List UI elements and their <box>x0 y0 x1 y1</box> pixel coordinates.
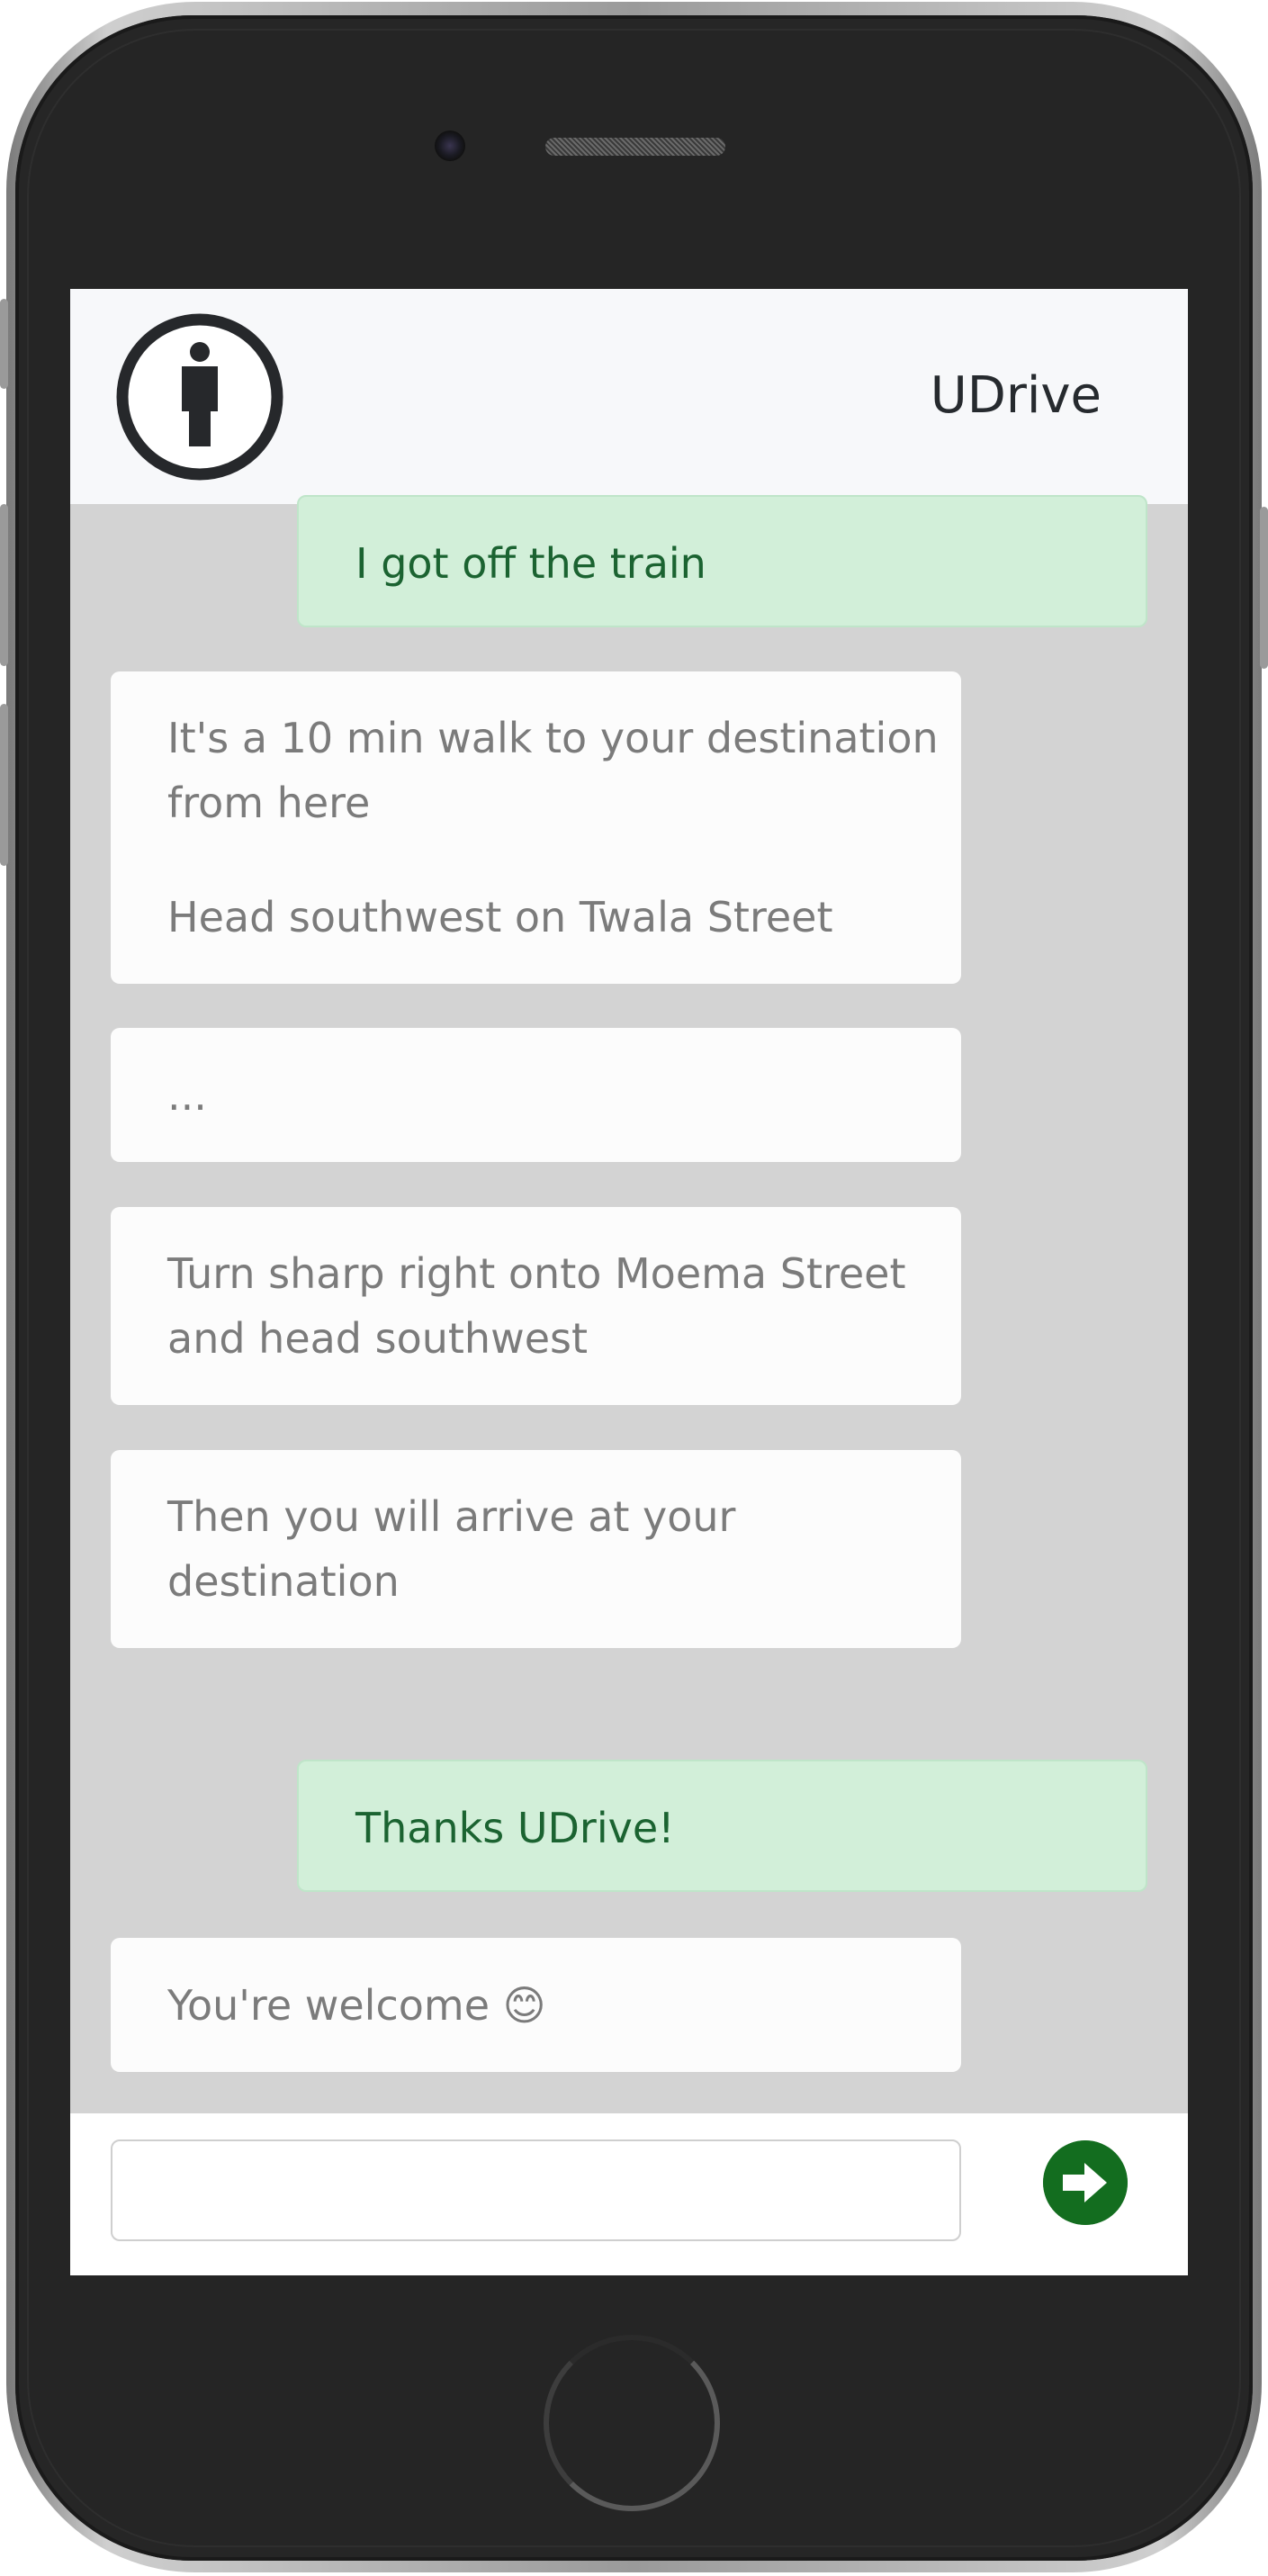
side-button-mute <box>0 299 8 389</box>
message-text-line: Then you will arrive at your <box>167 1492 736 1541</box>
message-input[interactable] <box>111 2139 961 2241</box>
app-header: UDrive <box>70 289 1188 504</box>
app-screen: UDrive I got off the train It's a 10 min … <box>70 289 1188 2275</box>
user-message-bubble: Thanks UDrive! <box>297 1760 1147 1892</box>
message-text-line: destination <box>167 1557 400 1606</box>
earpiece-speaker <box>545 138 725 156</box>
bot-message-bubble: Head southwest on Twala Street <box>111 850 961 984</box>
home-button[interactable] <box>544 2335 720 2511</box>
message-text-line: ... <box>167 1071 207 1120</box>
bot-message-bubble: Turn sharp right onto Moema Street and he… <box>111 1207 961 1405</box>
message-text-line: It's a 10 min walk to your destination <box>167 714 939 762</box>
info-person-icon <box>116 313 283 481</box>
message-text-line: Turn sharp right onto Moema Street <box>167 1249 906 1298</box>
message-text-line: Head southwest on Twala Street <box>167 893 833 941</box>
bot-message-bubble: You're welcome 😊 <box>111 1938 961 2072</box>
bot-message-bubble: It's a 10 min walk to your destination fr… <box>111 671 961 869</box>
side-button-volume-up <box>0 504 8 666</box>
side-button-power <box>1260 507 1268 669</box>
message-text-line: and head southwest <box>167 1314 589 1363</box>
message-text-line: I got off the train <box>355 539 706 588</box>
user-message-bubble: I got off the train <box>297 495 1147 627</box>
bot-message-bubble: Then you will arrive at your destination <box>111 1450 961 1648</box>
message-text-line: Thanks UDrive! <box>355 1804 675 1852</box>
bot-message-bubble: ... <box>111 1028 961 1162</box>
front-camera <box>435 131 465 161</box>
app-title: UDrive <box>930 366 1102 425</box>
send-button[interactable] <box>1043 2140 1128 2225</box>
message-text-line: from here <box>167 779 371 827</box>
side-button-volume-down <box>0 704 8 866</box>
composer-bar <box>70 2113 1188 2275</box>
message-text-line: You're welcome 😊 <box>167 1981 546 2030</box>
